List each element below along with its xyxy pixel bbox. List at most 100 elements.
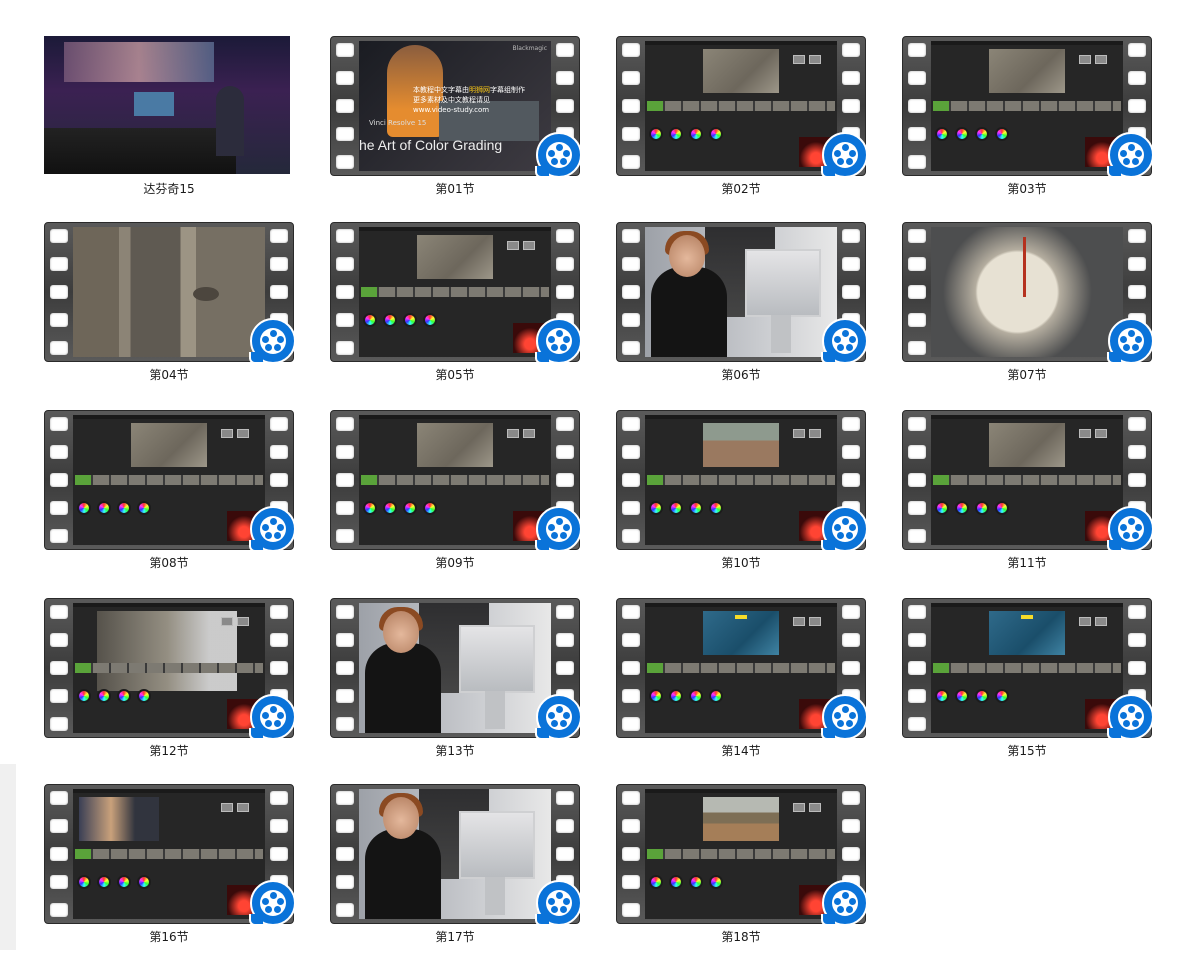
reel-hole [548, 150, 555, 157]
video-thumbnail[interactable] [616, 784, 868, 926]
video-file-item[interactable]: 第05节 [330, 222, 582, 398]
perforation [556, 605, 574, 619]
perforation [908, 501, 926, 515]
color-wheel-icon [649, 127, 663, 141]
color-wheel-icon [383, 501, 397, 515]
video-file-item[interactable]: 第16节 [44, 784, 296, 960]
reel-hole [560, 344, 567, 351]
perforation [336, 285, 354, 299]
perforation [270, 819, 288, 833]
perforation [556, 71, 574, 85]
clip-timeline [933, 663, 1121, 673]
video-file-item[interactable]: 第13节 [330, 598, 582, 774]
reel-hole [548, 712, 555, 719]
file-name-label: 达芬奇15 [143, 182, 195, 196]
reel-hole [277, 524, 284, 531]
video-thumbnail[interactable] [44, 784, 296, 926]
studio-desk [44, 128, 236, 174]
node-graph [507, 241, 537, 251]
video-file-item[interactable]: 第04节 [44, 222, 296, 398]
reel-hole [265, 720, 272, 727]
node [793, 429, 805, 438]
perforation [336, 501, 354, 515]
reel-hole [1135, 150, 1142, 157]
color-wheel-icon [935, 127, 949, 141]
node [1079, 55, 1091, 64]
video-thumbnail[interactable] [330, 222, 582, 364]
node [793, 803, 805, 812]
reel-hole [841, 892, 849, 899]
video-thumbnail[interactable] [44, 222, 296, 364]
video-file-item[interactable]: 第06节 [616, 222, 868, 398]
film-perforations [908, 417, 926, 543]
video-thumbnail[interactable] [902, 598, 1154, 740]
video-file-item[interactable]: 第12节 [44, 598, 296, 774]
perforation [622, 605, 640, 619]
color-wheel-icon [669, 689, 683, 703]
video-thumbnail[interactable] [330, 410, 582, 552]
video-thumbnail[interactable] [44, 598, 296, 740]
color-wheel-icon [955, 501, 969, 515]
video-thumbnail[interactable]: Blackmagic 本教程中文字幕由明狮网字幕组制作 更多素材及中文教程请见 www… [330, 36, 582, 178]
video-file-item[interactable]: 第11节 [902, 410, 1154, 586]
perforation [842, 71, 860, 85]
video-thumbnail[interactable] [902, 410, 1154, 552]
perforation [50, 791, 68, 805]
perforation [908, 633, 926, 647]
video-frame-preview [645, 415, 837, 545]
video-file-item[interactable]: 第14节 [616, 598, 868, 774]
reel-hole [837, 344, 844, 351]
reel-hole [846, 906, 853, 913]
video-frame-preview [645, 227, 837, 357]
clip-timeline [361, 475, 549, 485]
perforation [50, 717, 68, 731]
video-file-item[interactable]: 第08节 [44, 410, 296, 586]
color-wheel-icon [689, 689, 703, 703]
video-thumbnail[interactable] [616, 410, 868, 552]
reel-hole [1132, 344, 1139, 351]
video-thumbnail[interactable] [616, 36, 868, 178]
video-file-item[interactable]: 达芬奇15 [44, 36, 294, 212]
perforation [1128, 417, 1146, 431]
video-thumbnail[interactable] [902, 222, 1154, 364]
video-file-item[interactable]: 第15节 [902, 598, 1154, 774]
selected-clip [361, 287, 377, 297]
video-thumbnail[interactable] [616, 222, 868, 364]
film-reel-icon [546, 704, 572, 730]
color-wheel-icon [689, 127, 703, 141]
perforation [556, 257, 574, 271]
video-file-item[interactable]: 第02节 [616, 36, 868, 212]
video-thumbnail[interactable] [616, 598, 868, 740]
video-thumbnail[interactable] [330, 784, 582, 926]
color-wheel-icon [363, 501, 377, 515]
color-wheel-icon [117, 875, 131, 889]
video-file-item[interactable]: Blackmagic 本教程中文字幕由明狮网字幕组制作 更多素材及中文教程请见 www… [330, 36, 582, 212]
video-thumbnail[interactable] [44, 36, 294, 176]
video-player-icon [249, 318, 296, 364]
subtitle-credit: 本教程中文字幕由明狮网字幕组制作 更多素材及中文教程请见 www.video-stu… [413, 85, 551, 115]
video-thumbnail[interactable] [44, 410, 296, 552]
color-wheel-icon [709, 501, 723, 515]
reel-hole [274, 720, 281, 727]
video-file-item[interactable]: 第10节 [616, 410, 868, 586]
film-reel-icon [260, 890, 286, 916]
video-file-item[interactable]: 第03节 [902, 36, 1154, 212]
video-thumbnail[interactable] [330, 598, 582, 740]
video-file-item[interactable]: 第18节 [616, 784, 868, 960]
color-wheel-icon [649, 875, 663, 889]
perforation [50, 661, 68, 675]
film-perforations [908, 229, 926, 355]
reel-hole [277, 336, 284, 343]
perforation [622, 229, 640, 243]
perforation [622, 313, 640, 327]
perforation [842, 417, 860, 431]
perforation [842, 791, 860, 805]
color-wheel-icon [137, 875, 151, 889]
video-file-item[interactable]: 第17节 [330, 784, 582, 960]
video-file-item[interactable]: 第09节 [330, 410, 582, 586]
video-file-item[interactable]: 第07节 [902, 222, 1154, 398]
video-frame-preview [73, 789, 265, 919]
video-thumbnail[interactable] [902, 36, 1154, 178]
app-menu-bar [931, 603, 1123, 607]
app-menu-bar [645, 603, 837, 607]
